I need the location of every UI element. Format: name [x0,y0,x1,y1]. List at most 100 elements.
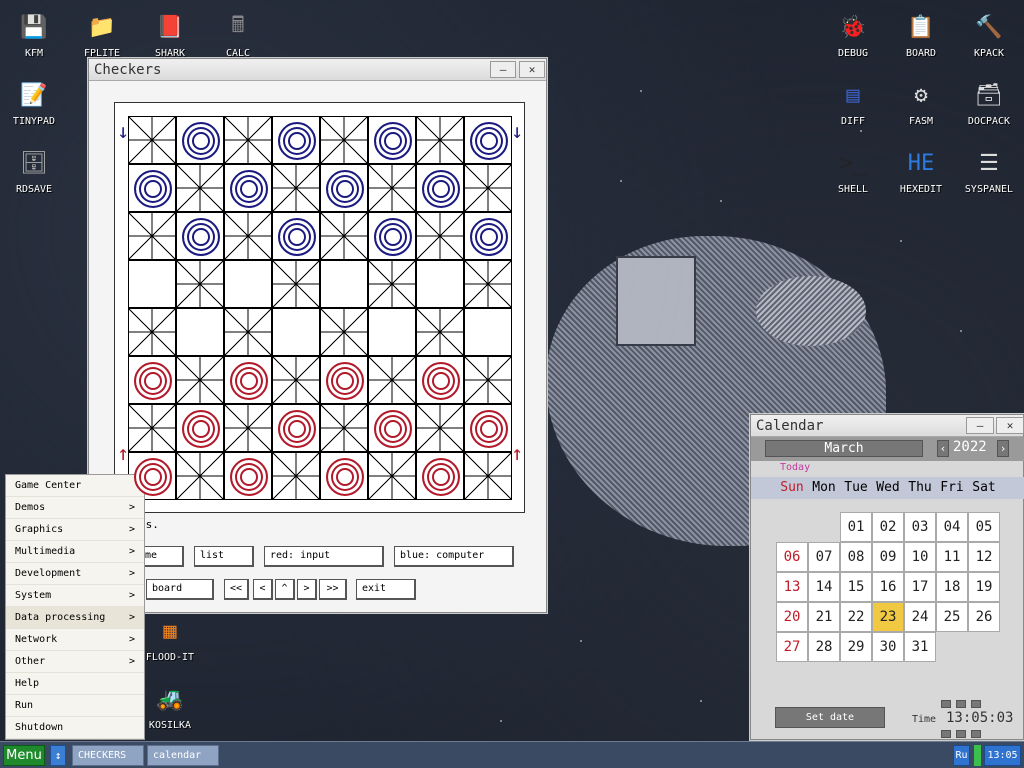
board-square[interactable] [224,164,272,212]
desktop-icon-debug[interactable]: 🐞 DEBUG [819,10,887,60]
board-square[interactable] [176,404,224,452]
board-square[interactable] [464,404,512,452]
calendar-day[interactable]: 29 [840,632,872,662]
board-square[interactable] [272,356,320,404]
calendar-day[interactable]: 19 [968,572,1000,602]
board-square[interactable] [416,404,464,452]
menu-item-graphics[interactable]: Graphics > [6,519,144,541]
checkers-board[interactable] [128,116,512,500]
board-square[interactable] [176,116,224,164]
red-player-button[interactable]: red: input [264,546,384,567]
calendar-day[interactable]: 18 [936,572,968,602]
close-button[interactable]: ✕ [519,61,545,78]
language-indicator[interactable]: Ru [953,745,970,766]
calendar-day[interactable]: 27 [776,632,808,662]
checkers-titlebar[interactable]: Checkers [89,59,546,81]
desktop-icon-hexedit[interactable]: HE HEXEDIT [887,146,955,196]
board-square[interactable] [320,404,368,452]
calendar-day[interactable]: 26 [968,602,1000,632]
today-link[interactable]: Today [780,462,810,473]
board-square[interactable] [176,356,224,404]
up-button[interactable]: ^ [275,579,295,600]
calendar-day[interactable]: 14 [808,572,840,602]
board-square[interactable] [320,260,368,308]
red-piece[interactable] [326,458,364,496]
menu-item-other[interactable]: Other > [6,651,144,673]
menu-item-help[interactable]: Help [6,673,144,695]
board-square[interactable] [272,260,320,308]
board-square[interactable] [464,452,512,500]
minimize-button[interactable]: — [966,417,994,434]
red-piece[interactable] [230,458,268,496]
prev-move-button[interactable]: < [253,579,273,600]
board-square[interactable] [320,356,368,404]
task-calendar[interactable]: calendar [147,745,219,766]
desktop-icon-syspanel[interactable]: ☰ SYSPANEL [955,146,1023,196]
blue-piece[interactable] [182,218,220,256]
desktop-icon-shark[interactable]: 📕 SHARK [136,10,204,60]
calendar-day[interactable]: 08 [840,542,872,572]
blue-player-button[interactable]: blue: computer [394,546,514,567]
board-square[interactable] [416,164,464,212]
board-square[interactable] [272,452,320,500]
blue-piece[interactable] [278,122,316,160]
blue-piece[interactable] [422,170,460,208]
minimize-button[interactable]: — [490,61,516,78]
board-square[interactable] [416,452,464,500]
calendar-day[interactable]: 25 [936,602,968,632]
board-square[interactable] [416,260,464,308]
calendar-day[interactable]: 24 [904,602,936,632]
next-move-button[interactable]: > [297,579,317,600]
board-button[interactable]: board [146,579,214,600]
blue-piece[interactable] [278,218,316,256]
desktop-icon-fplite[interactable]: 📁 FPLITE [68,10,136,60]
menu-item-data-processing[interactable]: Data processing > [6,607,144,629]
calendar-day[interactable]: 04 [936,512,968,542]
board-square[interactable] [464,116,512,164]
board-square[interactable] [416,116,464,164]
board-square[interactable] [272,308,320,356]
board-square[interactable] [224,452,272,500]
calendar-day[interactable]: 02 [872,512,904,542]
calendar-day[interactable]: 23 [872,602,904,632]
calendar-day[interactable]: 09 [872,542,904,572]
red-piece[interactable] [422,458,460,496]
calendar-day[interactable]: 20 [776,602,808,632]
red-piece[interactable] [230,362,268,400]
board-square[interactable] [128,308,176,356]
board-square[interactable] [272,212,320,260]
menu-button[interactable]: Menu [3,745,45,766]
calendar-day[interactable]: 05 [968,512,1000,542]
blue-piece[interactable] [182,122,220,160]
menu-item-run[interactable]: Run [6,695,144,717]
board-square[interactable] [368,260,416,308]
spin-down-seconds[interactable] [971,730,981,738]
red-piece[interactable] [134,362,172,400]
board-square[interactable] [416,308,464,356]
calendar-day[interactable]: 22 [840,602,872,632]
calendar-day[interactable]: 21 [808,602,840,632]
list-button[interactable]: list [194,546,254,567]
calendar-day[interactable]: 31 [904,632,936,662]
task-checkers[interactable]: CHECKERS [72,745,144,766]
board-square[interactable] [224,356,272,404]
board-square[interactable] [320,308,368,356]
switch-button[interactable]: ↕ [50,745,66,766]
month-selector[interactable]: March [765,440,923,457]
desktop-icon-tinypad[interactable]: 📝 TINYPAD [0,78,68,128]
red-piece[interactable] [278,410,316,448]
board-square[interactable] [464,164,512,212]
board-square[interactable] [320,452,368,500]
blue-piece[interactable] [326,170,364,208]
calendar-day[interactable]: 30 [872,632,904,662]
board-square[interactable] [224,260,272,308]
calendar-day[interactable]: 01 [840,512,872,542]
blue-piece[interactable] [374,218,412,256]
board-square[interactable] [368,308,416,356]
board-square[interactable] [272,404,320,452]
blue-piece[interactable] [470,122,508,160]
red-piece[interactable] [134,458,172,496]
calendar-day[interactable]: 28 [808,632,840,662]
menu-item-development[interactable]: Development > [6,563,144,585]
menu-item-multimedia[interactable]: Multimedia > [6,541,144,563]
